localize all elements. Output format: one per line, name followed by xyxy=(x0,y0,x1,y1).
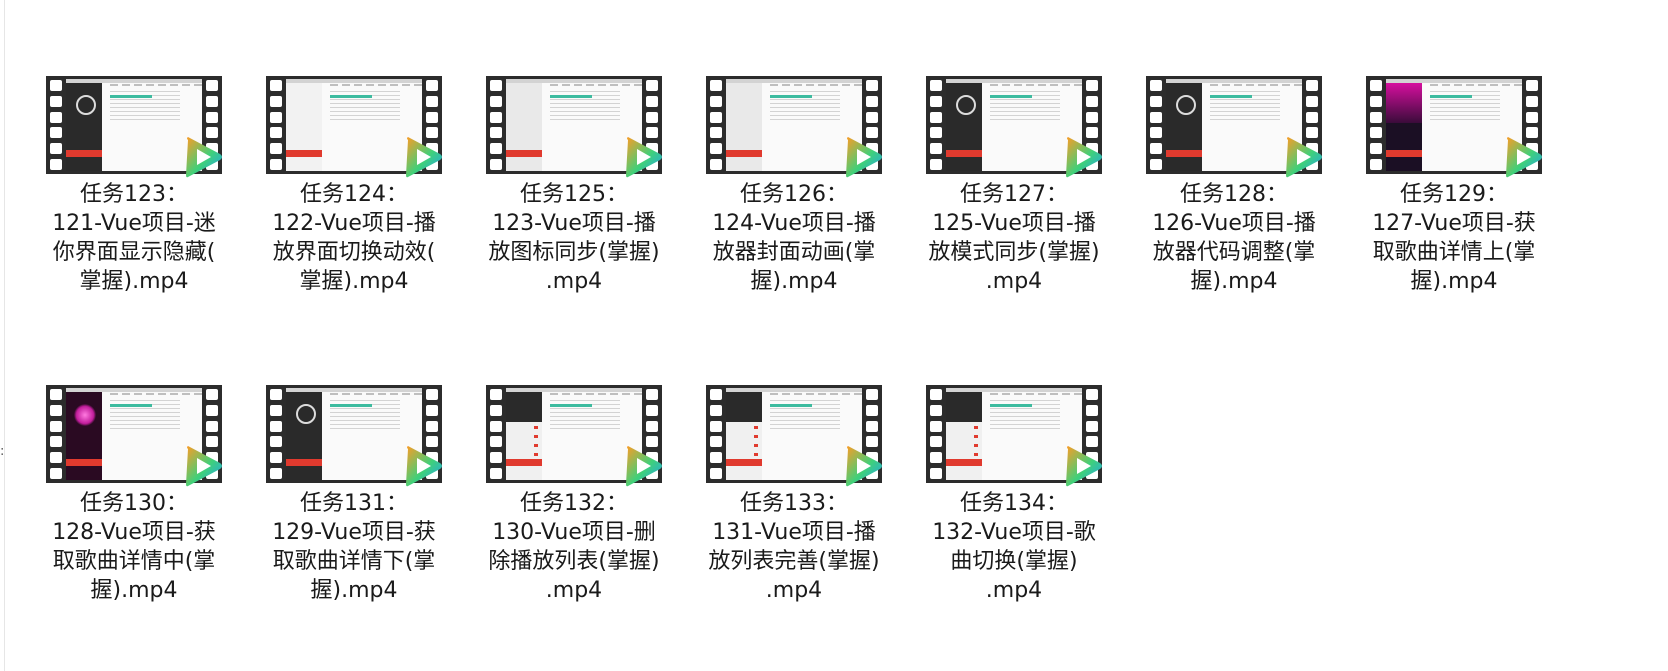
video-file-item[interactable]: 任务132： 130-Vue项目-删 除播放列表(掌握) .mp4 xyxy=(486,385,662,657)
file-name: 任务132： 130-Vue项目-删 除播放列表(掌握) .mp4 xyxy=(476,489,672,605)
video-file-item[interactable]: 任务130： 128-Vue项目-获 取歌曲详情中(掌 握).mp4 xyxy=(46,385,222,657)
video-thumbnail xyxy=(46,385,222,487)
video-file-item[interactable]: 任务131： 129-Vue项目-获 取歌曲详情下(掌 握).mp4 xyxy=(266,385,442,657)
tencent-video-play-icon xyxy=(626,137,662,178)
file-name: 任务124： 122-Vue项目-播 放界面切换动效( 掌握).mp4 xyxy=(256,180,452,296)
file-name-line: 任务131： xyxy=(300,491,408,516)
video-thumbnail xyxy=(46,76,222,178)
file-name-line: .mp4 xyxy=(765,578,823,603)
file-name-line: 曲切换(掌握) xyxy=(950,549,1078,574)
file-name-line: 放模式同步(掌握) xyxy=(928,240,1100,265)
file-name-line: 任务124： xyxy=(300,182,408,207)
video-file-item[interactable]: 任务125： 123-Vue项目-播 放图标同步(掌握) .mp4 xyxy=(486,76,662,348)
tencent-video-play-icon xyxy=(186,137,222,178)
file-name-line: 握).mp4 xyxy=(90,578,178,603)
tencent-video-play-icon xyxy=(1066,446,1102,487)
video-file-item[interactable]: 任务129： 127-Vue项目-获 取歌曲详情上(掌 握).mp4 xyxy=(1366,76,1542,348)
pane-left-border xyxy=(4,0,5,671)
file-name-line: 掌握).mp4 xyxy=(79,269,189,294)
tencent-video-play-icon xyxy=(186,446,222,487)
video-file-item[interactable]: 任务123： 121-Vue项目-迷 你界面显示隐藏( 掌握).mp4 xyxy=(46,76,222,348)
file-name-line: 129-Vue项目-获 xyxy=(272,520,436,545)
file-name-line: 任务134： xyxy=(960,491,1068,516)
file-name: 任务125： 123-Vue项目-播 放图标同步(掌握) .mp4 xyxy=(476,180,672,296)
edge-mark: : xyxy=(0,444,5,459)
file-name-line: 取歌曲详情中(掌 xyxy=(52,549,216,574)
video-file-item[interactable]: 任务133： 131-Vue项目-播 放列表完善(掌握) .mp4 xyxy=(706,385,882,657)
video-thumbnail xyxy=(706,76,882,178)
video-thumbnail xyxy=(1366,76,1542,178)
file-name-line: 任务132： xyxy=(520,491,628,516)
file-name-line: 除播放列表(掌握) xyxy=(488,549,660,574)
tencent-video-play-icon xyxy=(1066,137,1102,178)
video-file-item[interactable]: 任务134： 132-Vue项目-歌 曲切换(掌握) .mp4 xyxy=(926,385,1102,657)
file-name-line: 放器封面动画(掌 xyxy=(712,240,876,265)
file-name-line: 握).mp4 xyxy=(750,269,838,294)
file-name-line: 124-Vue项目-播 xyxy=(712,211,876,236)
file-name: 任务130： 128-Vue项目-获 取歌曲详情中(掌 握).mp4 xyxy=(36,489,232,605)
file-name-line: .mp4 xyxy=(545,578,603,603)
file-name-line: 126-Vue项目-播 xyxy=(1152,211,1316,236)
tencent-video-play-icon xyxy=(626,446,662,487)
video-file-item[interactable]: 任务126： 124-Vue项目-播 放器封面动画(掌 握).mp4 xyxy=(706,76,882,348)
video-file-item[interactable]: 任务127： 125-Vue项目-播 放模式同步(掌握) .mp4 xyxy=(926,76,1102,348)
video-thumbnail xyxy=(706,385,882,487)
video-thumbnail xyxy=(926,385,1102,487)
file-name-line: 你界面显示隐藏( xyxy=(52,240,216,265)
file-name-line: 任务130： xyxy=(80,491,188,516)
tencent-video-play-icon xyxy=(846,446,882,487)
file-name-line: 放图标同步(掌握) xyxy=(488,240,660,265)
file-name: 任务129： 127-Vue项目-获 取歌曲详情上(掌 握).mp4 xyxy=(1356,180,1552,296)
file-name-line: 放界面切换动效( xyxy=(272,240,436,265)
file-name-line: 130-Vue项目-删 xyxy=(492,520,656,545)
video-thumbnail xyxy=(486,76,662,178)
video-thumbnail xyxy=(266,76,442,178)
video-thumbnail xyxy=(1146,76,1322,178)
video-file-item[interactable]: 任务124： 122-Vue项目-播 放界面切换动效( 掌握).mp4 xyxy=(266,76,442,348)
file-name-line: 任务128： xyxy=(1180,182,1288,207)
file-name-line: .mp4 xyxy=(985,578,1043,603)
file-name: 任务126： 124-Vue项目-播 放器封面动画(掌 握).mp4 xyxy=(696,180,892,296)
file-grid: 任务123： 121-Vue项目-迷 你界面显示隐藏( 掌握).mp4 任务12… xyxy=(46,76,1542,657)
file-name: 任务134： 132-Vue项目-歌 曲切换(掌握) .mp4 xyxy=(916,489,1112,605)
file-name-line: 任务123： xyxy=(80,182,188,207)
tencent-video-play-icon xyxy=(406,137,442,178)
file-name: 任务133： 131-Vue项目-播 放列表完善(掌握) .mp4 xyxy=(696,489,892,605)
file-name-line: .mp4 xyxy=(545,269,603,294)
file-name-line: 放器代码调整(掌 xyxy=(1152,240,1316,265)
file-name-line: 取歌曲详情上(掌 xyxy=(1372,240,1536,265)
file-name-line: 125-Vue项目-播 xyxy=(932,211,1096,236)
file-name-line: 132-Vue项目-歌 xyxy=(932,520,1096,545)
file-name-line: 握).mp4 xyxy=(1410,269,1498,294)
file-name-line: 131-Vue项目-播 xyxy=(712,520,876,545)
tencent-video-play-icon xyxy=(846,137,882,178)
file-name-line: 121-Vue项目-迷 xyxy=(52,211,216,236)
tencent-video-play-icon xyxy=(1506,137,1542,178)
video-thumbnail xyxy=(266,385,442,487)
tencent-video-play-icon xyxy=(1286,137,1322,178)
file-name-line: 任务126： xyxy=(740,182,848,207)
file-name: 任务127： 125-Vue项目-播 放模式同步(掌握) .mp4 xyxy=(916,180,1112,296)
file-name-line: 127-Vue项目-获 xyxy=(1372,211,1536,236)
file-name-line: 握).mp4 xyxy=(310,578,398,603)
tencent-video-play-icon xyxy=(406,446,442,487)
file-name-line: 123-Vue项目-播 xyxy=(492,211,656,236)
file-name-line: 任务127： xyxy=(960,182,1068,207)
file-name-line: 放列表完善(掌握) xyxy=(708,549,880,574)
file-name-line: 128-Vue项目-获 xyxy=(52,520,216,545)
file-name-line: 取歌曲详情下(掌 xyxy=(272,549,436,574)
video-file-item[interactable]: 任务128： 126-Vue项目-播 放器代码调整(掌 握).mp4 xyxy=(1146,76,1322,348)
file-name-line: 掌握).mp4 xyxy=(299,269,409,294)
file-name: 任务123： 121-Vue项目-迷 你界面显示隐藏( 掌握).mp4 xyxy=(36,180,232,296)
file-name: 任务128： 126-Vue项目-播 放器代码调整(掌 握).mp4 xyxy=(1136,180,1332,296)
file-name-line: 任务125： xyxy=(520,182,628,207)
file-name-line: 握).mp4 xyxy=(1190,269,1278,294)
file-name-line: 任务133： xyxy=(740,491,848,516)
file-name-line: 任务129： xyxy=(1400,182,1508,207)
file-name-line: 122-Vue项目-播 xyxy=(272,211,436,236)
video-thumbnail xyxy=(926,76,1102,178)
video-thumbnail xyxy=(486,385,662,487)
file-name-line: .mp4 xyxy=(985,269,1043,294)
file-name: 任务131： 129-Vue项目-获 取歌曲详情下(掌 握).mp4 xyxy=(256,489,452,605)
